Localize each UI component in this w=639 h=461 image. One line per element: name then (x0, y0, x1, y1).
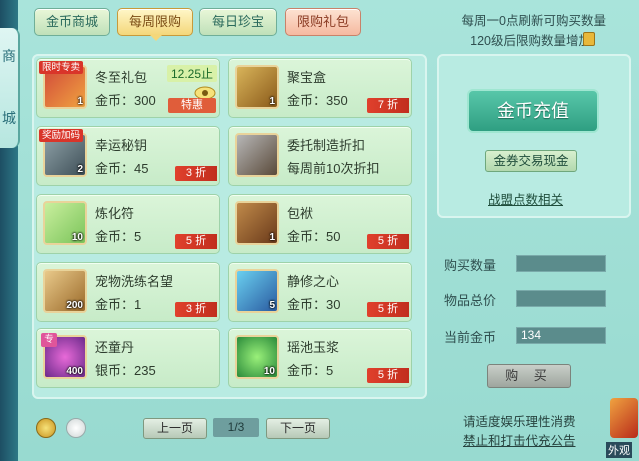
item-price: 银币：235 (95, 363, 156, 378)
anti-proxy-notice-link[interactable]: 禁止和打击代充公告 (463, 430, 576, 449)
side-tab-char-2: 城 (2, 110, 16, 126)
hammer-icon (235, 133, 279, 177)
page-indicator: 1/3 (213, 418, 259, 437)
prev-page-button[interactable]: 上一页 (143, 418, 207, 439)
tab-weekly-limit[interactable]: 每周限购 (117, 8, 193, 36)
item-name: 瑶池玉浆 (287, 340, 340, 355)
special-badge: 特惠 (168, 98, 216, 113)
item-name: 幸运秘钥 (95, 138, 148, 153)
item-card[interactable]: 委托制造折扣 每周前10次折扣 (228, 126, 412, 186)
item-card[interactable]: 1 限时专卖 冬至礼包 金币：300 12.25止 特惠 (36, 58, 220, 118)
moderation-notice: 请适度娱乐理性消费 (463, 415, 576, 429)
item-card[interactable]: 200 宠物洗练名望 金币：1 3 折 (36, 262, 220, 322)
jade-jar-icon: 10 (235, 335, 279, 379)
discount-badge: 3 折 (175, 166, 217, 181)
appearance-label: 外观 (606, 442, 632, 458)
appearance-button[interactable]: 外观 (606, 398, 639, 461)
item-price: 金币：5 (95, 229, 142, 244)
discount-badge: 5 折 (367, 368, 409, 383)
heart-icon: 5 (235, 269, 279, 313)
discount-badge: 5 折 (175, 234, 217, 249)
next-page-button[interactable]: 下一页 (266, 418, 330, 439)
item-name: 委托制造折扣 (287, 138, 366, 153)
total-value (516, 290, 606, 307)
item-price: 金币：350 (287, 93, 348, 108)
total-label: 物品总价 (444, 293, 497, 308)
recharge-button[interactable]: 金币充值 (467, 89, 599, 133)
lock-icon (583, 32, 595, 46)
discount-badge: 5 折 (367, 234, 409, 249)
item-card[interactable]: 5 静修之心 金币：30 5 折 (228, 262, 412, 322)
item-name: 冬至礼包 (95, 70, 148, 85)
gold-value: 134 (516, 327, 606, 344)
side-tab-shop[interactable]: 商 城 (0, 28, 20, 148)
appearance-icon (610, 398, 638, 438)
bonus-tag: 奖励加码 (39, 129, 84, 142)
qty-label: 购买数量 (444, 258, 497, 273)
pearl-icon[interactable] (66, 418, 86, 438)
item-card[interactable]: 400 专 还童丹 银币：235 (36, 328, 220, 388)
search-coin-icon[interactable] (36, 418, 56, 438)
item-name: 包袱 (287, 206, 314, 221)
item-price: 金币：45 (95, 161, 149, 176)
discount-badge: 7 折 (367, 98, 409, 113)
item-price: 金币：30 (287, 297, 341, 312)
tab-limited-pack[interactable]: 限购礼包 (285, 8, 361, 36)
level-notice: 120级后限购数量增加 (470, 34, 591, 48)
item-card[interactable]: 1 聚宝盒 金币：350 7 折 (228, 58, 412, 118)
item-price: 金币：300 (95, 93, 156, 108)
deadline-badge: 12.25止 (167, 65, 218, 82)
exclusive-tag: 专 (41, 333, 57, 347)
limited-tag: 限时专卖 (39, 61, 84, 74)
alliance-points-link[interactable]: 战盟点数相关 (488, 189, 563, 208)
item-price: 金币：50 (287, 229, 341, 244)
gold-label: 当前金币 (444, 330, 497, 345)
item-price: 金币：5 (287, 363, 334, 378)
bag-icon: 1 (235, 201, 279, 245)
discount-badge: 5 折 (367, 302, 409, 317)
item-card[interactable]: 10 瑶池玉浆 金币：5 5 折 (228, 328, 412, 388)
item-card[interactable]: 1 包袱 金币：50 5 折 (228, 194, 412, 254)
tab-daily-treasure[interactable]: 每日珍宝 (199, 8, 277, 36)
item-card[interactable]: 10 炼化符 金币：5 5 折 (36, 194, 220, 254)
buy-button[interactable]: 购 买 (487, 364, 571, 388)
item-name: 静修之心 (287, 274, 340, 289)
item-price: 金币：1 (95, 297, 142, 312)
active-tab-pointer (149, 34, 163, 41)
item-card[interactable]: 2 奖励加码 幸运秘钥 金币：45 3 折 (36, 126, 220, 186)
item-name: 炼化符 (95, 206, 135, 221)
side-tab-char-1: 商 (2, 48, 16, 64)
item-name: 宠物洗练名望 (95, 274, 174, 289)
item-name: 聚宝盒 (287, 70, 327, 85)
shop-window: 商 城 金币商城 每周限购 每日珍宝 限购礼包 每周一0点刷新可购买数量 120… (0, 0, 639, 461)
talisman-icon: 10 (43, 201, 87, 245)
refresh-notice: 每周一0点刷新可购买数量 (461, 14, 606, 28)
treasure-box-icon: 1 (235, 65, 279, 109)
discount-badge: 3 折 (175, 302, 217, 317)
tab-gold-shop[interactable]: 金币商城 (34, 8, 110, 36)
item-price: 每周前10次折扣 (287, 161, 380, 176)
item-name: 还童丹 (95, 340, 135, 355)
qty-input[interactable] (516, 255, 606, 272)
exchange-button[interactable]: 金券交易现金 (485, 150, 577, 172)
paw-scroll-icon: 200 (43, 269, 87, 313)
